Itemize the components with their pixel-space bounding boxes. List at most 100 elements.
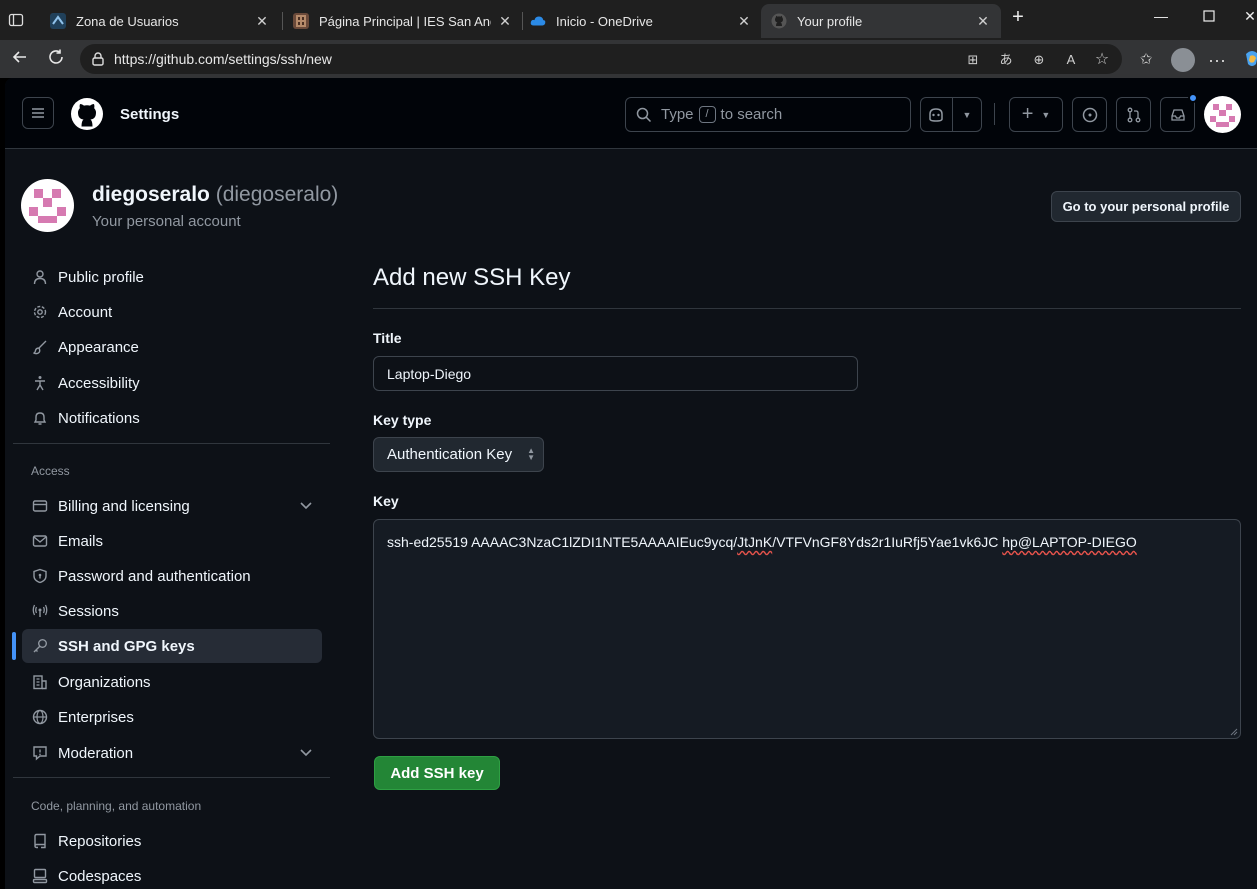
back-icon[interactable]: [9, 48, 31, 70]
sidebar-item-organizations[interactable]: Organizations: [22, 665, 322, 699]
translate-icon[interactable]: あ: [997, 51, 1015, 69]
sidebar-item-label: Notifications: [58, 409, 140, 427]
paintbrush-icon: [31, 338, 49, 356]
shield-lock-icon: [31, 567, 49, 585]
refresh-icon[interactable]: [45, 48, 67, 70]
sidebar-item-label: Password and authentication: [58, 567, 251, 585]
key-type-select[interactable]: Authentication Key ▲ ▼: [373, 437, 544, 472]
lock-icon: [92, 52, 104, 66]
favorites-icon[interactable]: ✩: [1136, 50, 1156, 70]
pull-request-icon: [1127, 107, 1140, 122]
tab-label: Página Principal | IES San Andrés: [319, 13, 491, 29]
chevron-down-icon: ▼: [1041, 109, 1051, 120]
new-tab-icon[interactable]: +: [1008, 6, 1028, 28]
sidebar-item-enterprises[interactable]: Enterprises: [22, 700, 322, 734]
close-tab-icon[interactable]: ✕: [975, 13, 991, 30]
hamburger-icon: [32, 108, 44, 118]
sidebar-item-appearance[interactable]: Appearance: [22, 330, 322, 364]
browser-tab[interactable]: Inicio - OneDrive ✕: [520, 4, 762, 38]
broadcast-icon: [31, 602, 49, 620]
copilot-button[interactable]: ▼: [920, 97, 982, 132]
profile-avatar: [21, 179, 74, 232]
minimize-icon[interactable]: —: [1151, 8, 1171, 30]
inbox-button[interactable]: [1160, 93, 1198, 132]
profile-handle: (diegoseralo): [215, 183, 339, 206]
sidebar-item-label: Sessions: [58, 602, 119, 620]
more-options-icon[interactable]: ···: [1207, 50, 1227, 70]
browser-profile-avatar[interactable]: [1171, 48, 1195, 72]
close-tab-icon[interactable]: ✕: [497, 13, 513, 30]
organization-icon: [31, 673, 49, 691]
search-input[interactable]: Type / to search: [625, 97, 911, 132]
user-avatar[interactable]: [1204, 96, 1241, 133]
close-tab-icon[interactable]: ✕: [736, 13, 752, 30]
sidebar-item-label: Public profile: [58, 268, 144, 286]
favorite-star-icon[interactable]: ☆: [1093, 51, 1111, 69]
zoom-icon[interactable]: ⊕: [1030, 51, 1048, 69]
search-shortcut-key: /: [698, 106, 716, 123]
repo-icon: [31, 832, 49, 850]
key-textarea[interactable]: ssh-ed25519 AAAAC3NzaC1lZDI1NTE5AAAAIEuc…: [373, 519, 1241, 739]
pull-requests-button[interactable]: [1116, 97, 1151, 132]
page-context-title[interactable]: Settings: [120, 106, 179, 123]
browser-tab-strip: Zona de Usuarios ✕ Página Principal | IE…: [0, 0, 1257, 40]
profile-subtitle: Your personal account: [92, 213, 241, 230]
selected-indicator: [12, 632, 16, 660]
codespaces-icon: [31, 867, 49, 885]
github-logo-icon[interactable]: [71, 98, 103, 130]
profile-name: diegoseralo (diegoseralo): [92, 183, 338, 207]
github-icon: [771, 13, 787, 29]
school-icon: [293, 13, 309, 29]
sidebar-item-repositories[interactable]: Repositories: [22, 824, 322, 858]
search-placeholder-prefix: Type: [661, 106, 694, 123]
sidebar-section-heading: Access: [31, 464, 70, 478]
maximize-icon[interactable]: [1199, 9, 1219, 31]
sidebar-item-password[interactable]: Password and authentication: [22, 559, 322, 593]
select-arrows-icon: ▲ ▼: [527, 446, 535, 462]
sidebar-item-label: Repositories: [58, 832, 142, 850]
header-divider: [994, 103, 995, 125]
browser-tab-active[interactable]: Your profile ✕: [761, 4, 1001, 38]
key-icon: [31, 637, 49, 655]
menu-button[interactable]: [22, 97, 54, 129]
issues-button[interactable]: [1072, 97, 1107, 132]
github-header: Settings Type / to search ▼ + ▼: [5, 78, 1257, 149]
browser-tab[interactable]: Zona de Usuarios ✕: [40, 4, 280, 38]
sidebar-item-account[interactable]: Account: [22, 295, 322, 329]
globe-icon: [31, 708, 49, 726]
sidebar-item-accessibility[interactable]: Accessibility: [22, 366, 322, 400]
sidebar-item-notifications[interactable]: Notifications: [22, 401, 322, 435]
sidebar-item-ssh-gpg-keys[interactable]: SSH and GPG keys: [22, 629, 322, 663]
title-field[interactable]: Laptop-Diego: [373, 356, 858, 391]
copilot-icon[interactable]: [1242, 50, 1257, 70]
close-window-icon[interactable]: ✕: [1240, 8, 1257, 30]
app-available-icon[interactable]: ⊞: [964, 51, 982, 69]
sidebar-item-label: Account: [58, 303, 113, 321]
sidebar-item-billing[interactable]: Billing and licensing: [22, 489, 322, 523]
sidebar-item-codespaces[interactable]: Codespaces: [22, 859, 322, 889]
sidebar-divider: [13, 443, 330, 444]
onedrive-icon: [530, 13, 546, 29]
profile-username: diegoseralo: [92, 183, 210, 206]
sidebar-item-emails[interactable]: Emails: [22, 524, 322, 558]
moodle-icon: [50, 13, 66, 29]
sidebar-item-sessions[interactable]: Sessions: [22, 594, 322, 628]
url-field[interactable]: https://github.com/settings/ssh/new ⊞ あ …: [80, 44, 1122, 74]
browser-tab[interactable]: Página Principal | IES San Andrés ✕: [283, 4, 523, 38]
go-to-profile-button[interactable]: Go to your personal profile: [1051, 191, 1241, 222]
chevron-down-icon[interactable]: ▼: [953, 110, 981, 120]
url-text: https://github.com/settings/ssh/new: [114, 51, 332, 67]
sidebar-item-public-profile[interactable]: Public profile: [22, 260, 322, 294]
add-ssh-key-button[interactable]: Add SSH key: [374, 756, 500, 790]
person-icon: [31, 268, 49, 286]
sidebar-item-label: SSH and GPG keys: [58, 637, 195, 655]
read-aloud-icon[interactable]: A: [1062, 51, 1080, 69]
create-new-button[interactable]: + ▼: [1009, 97, 1063, 132]
issue-opened-icon: [1082, 107, 1097, 122]
accessibility-icon: [31, 374, 49, 392]
browser-address-bar: https://github.com/settings/ssh/new ⊞ あ …: [0, 40, 1257, 78]
sidebar-item-moderation[interactable]: Moderation: [22, 736, 322, 770]
tab-actions-icon[interactable]: [8, 0, 32, 40]
close-tab-icon[interactable]: ✕: [254, 13, 270, 30]
resize-handle-icon[interactable]: [1230, 728, 1238, 736]
